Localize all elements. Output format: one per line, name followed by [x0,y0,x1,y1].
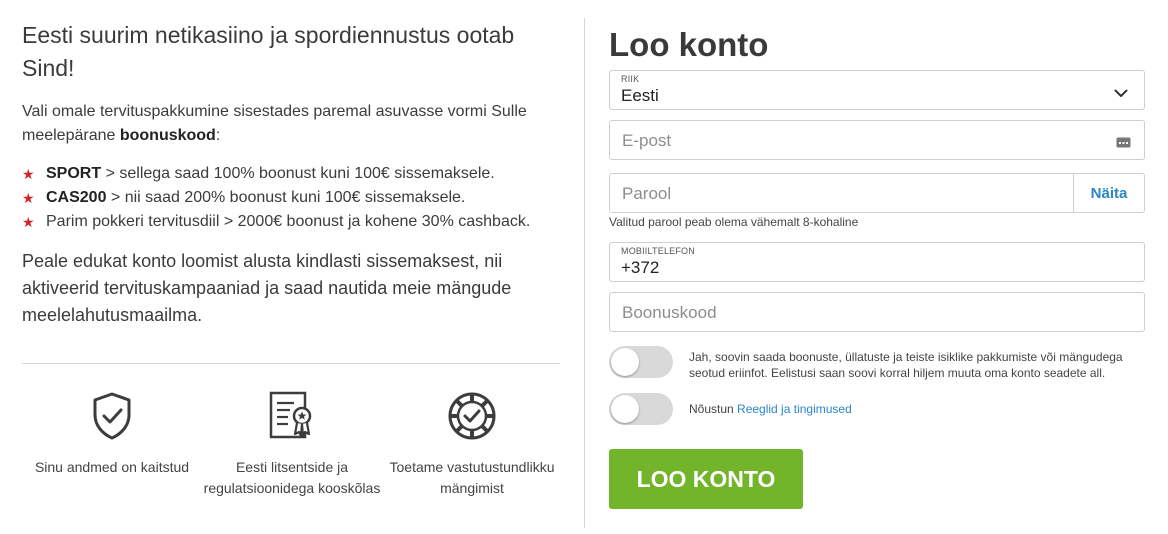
terms-consent-row: Nõustun Reeglid ja tingimused [609,393,1145,425]
promo-headline: Eesti suurim netikasiino ja spordiennust… [22,22,515,81]
phone-label: MOBIILTELEFON [621,246,695,256]
offer-code: CAS200 [46,189,107,206]
promo-intro-bold: boonuskood [119,127,216,144]
feature-item: Eesti litsentside ja regulatsioonidega k… [202,388,382,499]
offer-code: SPORT [46,165,102,182]
toggle-knob [611,348,639,376]
star-icon: ★ [22,214,35,230]
star-icon: ★ [22,166,35,182]
promo-panel: Eesti suurim netikasiino ja spordiennust… [22,0,562,329]
bonus-code-field[interactable]: Boonuskood [609,292,1145,332]
feature-text: Sinu andmed on kaitstud [34,459,190,475]
terms-consent-toggle[interactable] [609,393,673,425]
poker-chip-icon [382,388,562,444]
bonus-placeholder: Boonuskood [622,303,717,322]
password-placeholder: Parool [622,184,672,203]
offer-item: ★ Parim pokkeri tervitusdiil > 2000€ boo… [22,210,562,234]
terms-consent-text: Nõustun Reeglid ja tingimused [689,401,1139,417]
country-label: RIIK [621,74,640,84]
promo-intro: Vali omale tervituspakkumine sisestades … [22,100,562,148]
email-placeholder: E-post [622,131,672,150]
promo-outro: Peale edukat konto loomist alusta kindla… [22,251,512,325]
phone-field[interactable]: MOBIILTELEFON +372 [609,242,1145,282]
marketing-consent-row: Jah, soovin saada boonuste, üllatuste ja… [609,346,1145,381]
phone-value: +372 [621,258,660,277]
trust-features: Sinu andmed on kaitstud Eesti litsentsid… [22,388,562,499]
shield-check-icon [22,388,202,444]
column-divider [584,18,585,528]
country-value: Eesti [621,86,659,105]
terms-link[interactable]: Reeglid ja tingimused [737,402,852,416]
promo-intro-suffix: : [215,127,221,144]
create-account-button[interactable]: LOO KONTO [609,449,803,509]
terms-prefix: Nõustun [689,402,738,416]
offer-item: ★ SPORT > sellega saad 100% boonust kuni… [22,162,562,186]
show-password-button[interactable]: Näita [1073,174,1144,212]
offer-text: > nii saad 200% boonust kuni 100€ sissem… [106,189,466,206]
password-field[interactable]: Parool Näita [609,173,1145,213]
marketing-consent-text: Jah, soovin saada boonuste, üllatuste ja… [689,350,1123,380]
feature-item: Sinu andmed on kaitstud [22,388,202,499]
offer-list: ★ SPORT > sellega saad 100% boonust kuni… [22,162,562,234]
autofill-card-icon[interactable] [1116,135,1131,153]
password-hint: Valitud parool peab olema vähemalt 8-koh… [609,215,859,229]
feature-text: Eesti litsentside ja regulatsioonidega k… [203,459,381,496]
marketing-consent-toggle[interactable] [609,346,673,378]
country-select[interactable]: RIIK Eesti [609,70,1145,110]
offer-text: > sellega saad 100% boonust kuni 100€ si… [101,165,495,182]
chevron-down-icon [1114,85,1128,103]
offer-text: Parim pokkeri tervitusdiil > 2000€ boonu… [46,213,531,230]
star-icon: ★ [22,190,35,206]
offer-item: ★ CAS200 > nii saad 200% boonust kuni 10… [22,186,562,210]
email-field[interactable]: E-post [609,120,1145,160]
license-certificate-icon [202,388,382,444]
signup-form: Loo konto RIIK Eesti E-post Parool Näita… [609,0,1145,509]
feature-item: Toetame vastutustundlikku mängimist [382,388,562,499]
form-title: Loo konto [609,26,769,63]
toggle-knob [611,395,639,423]
feature-text: Toetame vastutustundlikku mängimist [389,459,555,496]
promo-intro-text: Vali omale tervituspakkumine sisestades … [22,103,527,144]
section-divider [22,363,560,364]
